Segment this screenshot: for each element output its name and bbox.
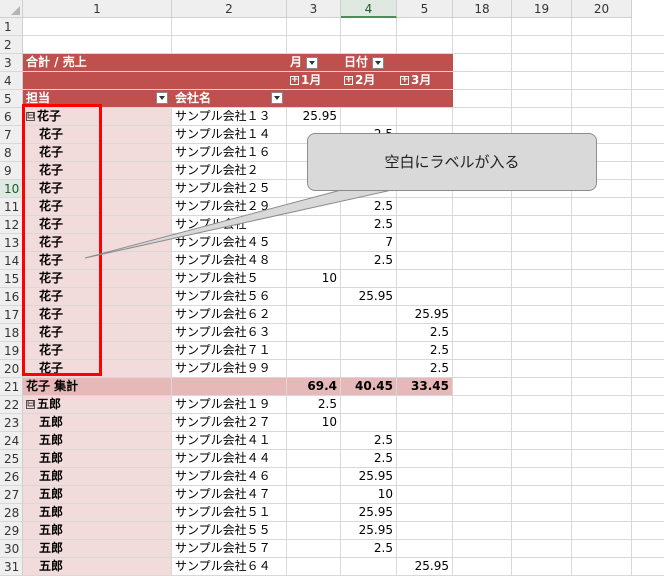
- callout-text: 空白にラベルが入る: [384, 153, 520, 171]
- callout-bubble: 空白にラベルが入る: [307, 133, 597, 191]
- callout-pointer: [84, 182, 394, 259]
- spreadsheet: 1 2 3 4 5 18 19 20 1 2 3 4 5 6 7 8 9 10 11 12 13 14 15 16 17 18 1…: [0, 0, 664, 576]
